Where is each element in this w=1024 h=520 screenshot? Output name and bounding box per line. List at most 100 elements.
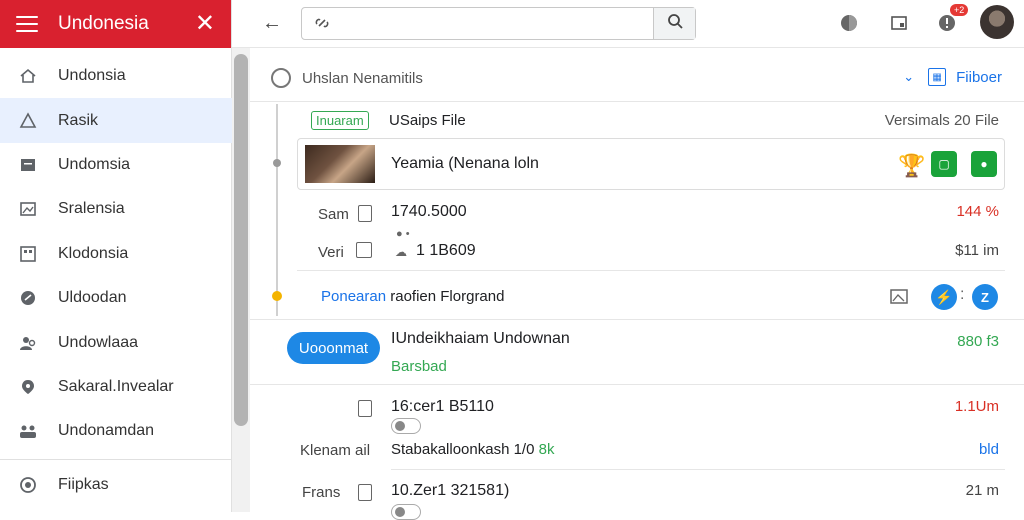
file-title: USaips File	[389, 112, 466, 129]
sidebar-item-4[interactable]: Klodonsia	[0, 232, 232, 276]
file-card-name: Yeamia (Nenana loln	[391, 155, 539, 172]
inbox-icon	[18, 155, 38, 175]
activity-text: raofien Florgrand	[390, 288, 505, 305]
sidebar-item-label: Undowlaaa	[58, 333, 139, 351]
row-value: 1 1B609	[416, 242, 476, 259]
send-icon[interactable]: Z	[972, 284, 998, 310]
sidebar-item-label: Rasik	[58, 111, 99, 129]
sidebar-item-label: Fiipkas	[58, 476, 109, 494]
entry-row-label: Klenam ail	[300, 442, 371, 459]
entry-title: IUndeikhaiam Undownan	[391, 330, 570, 347]
activity-user[interactable]: Ponearan	[321, 288, 386, 305]
sidebar-item-label: Sralensia	[58, 200, 125, 218]
cloud-icon: ☁	[395, 245, 407, 259]
document-icon	[358, 205, 372, 222]
document-icon	[358, 484, 372, 501]
search-button[interactable]	[653, 8, 695, 39]
sidebar-item-label: Uldoodan	[58, 289, 127, 307]
sidebar-item-label: Undonamdan	[58, 422, 155, 440]
timeline-dot	[273, 159, 281, 167]
sidebar-item-6[interactable]: Undowlaaa	[0, 320, 232, 364]
entry-row-value: 10.Zer1 321581)	[391, 482, 510, 499]
separator-dots: :	[960, 286, 965, 303]
sidebar-item-2[interactable]: Undomsia	[0, 143, 232, 187]
row-value: 1740.5000	[391, 203, 467, 220]
home-icon	[18, 66, 38, 86]
sidebar-item-7[interactable]: Sakaral.Invealar	[0, 365, 232, 409]
share-icon[interactable]: ●	[971, 151, 997, 177]
section-header: Uhslan Nenamitils ⌄ ▦ Fiiboer	[250, 56, 1024, 102]
sidebar-scrollbar-thumb[interactable]	[234, 54, 248, 426]
file-card[interactable]: Yeamia (Nenana loln 🏆 ▢ ●	[297, 138, 1005, 190]
entry-row-value: Stabakalloonkash 1/0 8k	[391, 441, 554, 458]
sidebar-item-label: Undonsia	[58, 67, 126, 85]
sidebar: Undonesia ✕ Undonsia Rasik Undomsia Sral…	[0, 0, 232, 512]
search-icon	[667, 13, 683, 34]
window-icon[interactable]	[888, 12, 910, 34]
row-label: Sam	[318, 206, 349, 223]
sidebar-item-label: Klodonsia	[58, 244, 129, 262]
timeline-dot-active	[272, 291, 282, 301]
chat-icon[interactable]: ▢	[931, 151, 957, 177]
grid-icon	[18, 244, 38, 264]
close-icon[interactable]: ✕	[195, 12, 215, 36]
sidebar-divider	[0, 459, 232, 460]
entry-row-value: 16:cer1 B5110	[391, 398, 494, 415]
location-icon	[18, 377, 38, 397]
chevron-down-icon: ⌄	[903, 69, 915, 84]
group-icon	[18, 421, 38, 441]
sidebar-list: Undonsia Rasik Undomsia Sralensia Klodon…	[0, 54, 232, 454]
document-icon	[358, 400, 372, 417]
link-icon	[314, 15, 330, 31]
entry-right-value: 880 f3	[957, 333, 999, 350]
activity-line: Ponearan raofien Florgrand	[321, 288, 504, 305]
sidebar-item-0[interactable]: Undonsia	[0, 54, 232, 98]
top-bar: ← +2	[232, 0, 1024, 48]
alert-icon	[18, 111, 38, 131]
notification-badge: +2	[950, 4, 969, 16]
help-icon	[18, 475, 38, 495]
sidebar-item-3[interactable]: Sralensia	[0, 187, 232, 231]
refresh-icon	[356, 242, 372, 258]
search-box	[301, 7, 696, 40]
search-input[interactable]	[338, 13, 648, 35]
file-tag: Inuaram	[311, 111, 369, 130]
back-arrow-icon[interactable]: ←	[262, 12, 282, 35]
sidebar-item-label: Undomsia	[58, 155, 131, 173]
status-pill-button[interactable]: Uooonmat	[287, 332, 380, 364]
trophy-icon[interactable]: 🏆	[898, 153, 925, 178]
lightning-icon[interactable]: ⚡	[931, 284, 957, 310]
entry-row-right[interactable]: bld	[979, 441, 999, 458]
divider	[250, 319, 1024, 320]
history-icon	[271, 68, 291, 88]
sidebar-title: Undonesia	[58, 13, 149, 34]
versions-count[interactable]: Versimals 20 File	[885, 112, 999, 129]
toggle-switch[interactable]	[391, 504, 421, 520]
image-icon[interactable]	[886, 284, 912, 310]
sidebar-item-1[interactable]: Rasik	[0, 98, 232, 143]
row-right-value: $11 im	[955, 242, 999, 259]
entry-row-value-text: Stabakalloonkash 1/0	[391, 441, 535, 458]
sidebar-item-5[interactable]: Uldoodan	[0, 276, 232, 320]
sidebar-item-8[interactable]: Undonamdan	[0, 409, 232, 453]
entry-row-right: 21 m	[965, 482, 999, 499]
entry-row-right: 1.1Um	[954, 398, 999, 415]
divider	[297, 270, 1005, 271]
sidebar-item-help[interactable]: Fiipkas	[0, 463, 232, 507]
main-content: Uhslan Nenamitils ⌄ ▦ Fiiboer Inuaram US…	[250, 48, 1024, 520]
divider	[391, 469, 1005, 470]
row-right-value: 144 %	[956, 203, 999, 220]
toggle-switch[interactable]	[391, 418, 421, 434]
cloud-icon: ● •	[396, 228, 410, 240]
image-icon	[18, 199, 38, 219]
entry-row-label: Frans	[302, 484, 341, 501]
filter-control[interactable]: ⌄ ▦ Fiiboer	[903, 68, 1002, 86]
filter-icon: ▦	[928, 68, 947, 86]
menu-icon[interactable]	[16, 16, 38, 32]
people-icon	[18, 333, 38, 353]
theme-icon[interactable]	[838, 12, 860, 34]
avatar[interactable]	[980, 5, 1014, 39]
entry-status: Barsbad	[391, 358, 447, 375]
file-thumbnail	[305, 145, 375, 183]
filter-label: Fiiboer	[956, 68, 1002, 86]
